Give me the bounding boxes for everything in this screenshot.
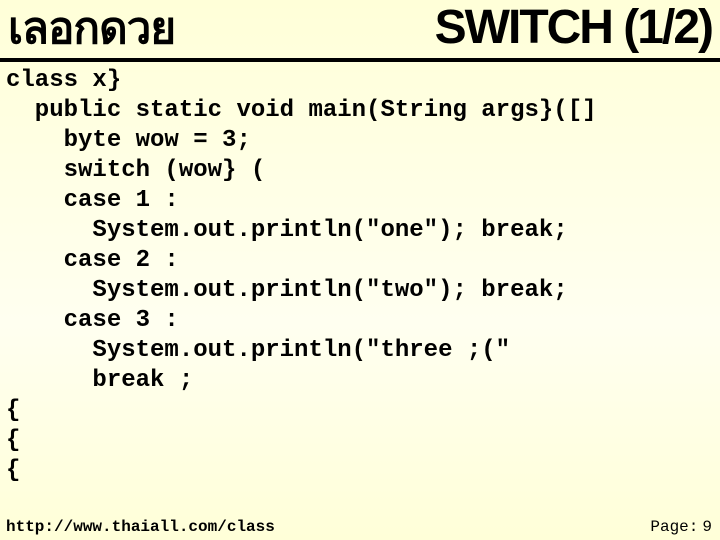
code-line: case 1 : [6, 187, 179, 214]
footer-page: Page:9 [650, 518, 712, 536]
title-left: เลอกดวย [8, 0, 175, 58]
code-line: public static void main(String args}([] [6, 97, 597, 124]
code-line: class x} [6, 67, 121, 94]
slide-footer: http://www.thaiall.com/class Page:9 [6, 518, 712, 536]
code-line: switch (wow} ( [6, 157, 265, 184]
code-line: System.out.println("one"); break; [6, 217, 568, 244]
code-block: class x} public static void main(String … [0, 62, 720, 486]
code-line: { [6, 427, 20, 454]
title-right: SWITCH (1/2) [435, 0, 712, 56]
code-line: System.out.println("three ;(" [6, 337, 510, 364]
footer-url: http://www.thaiall.com/class [6, 518, 275, 536]
code-line: byte wow = 3; [6, 127, 251, 154]
slide-header: เลอกดวย SWITCH (1/2) [0, 0, 720, 62]
code-line: { [6, 457, 20, 484]
code-line: case 2 : [6, 247, 179, 274]
code-line: case 3 : [6, 307, 179, 334]
code-line: break ; [6, 367, 193, 394]
code-line: { [6, 397, 20, 424]
code-line: System.out.println("two"); break; [6, 277, 568, 304]
page-number: 9 [702, 518, 712, 536]
page-label: Page: [650, 518, 698, 536]
